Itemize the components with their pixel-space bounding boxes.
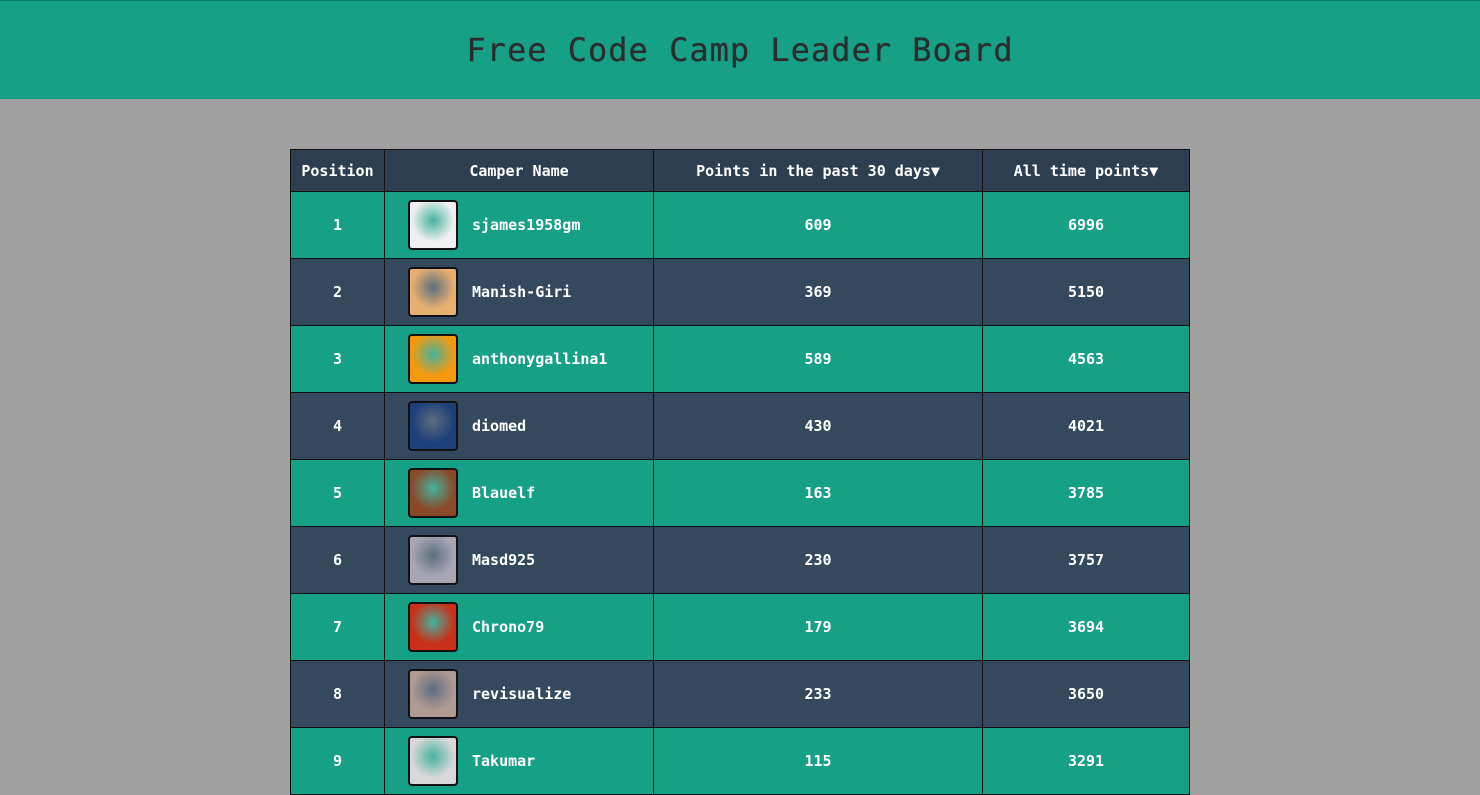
sort-recent-points-header[interactable]: Points in the past 30 days▼: [653, 149, 983, 192]
alltime-points-cell: 4021: [982, 392, 1190, 460]
position-cell: 9: [290, 727, 385, 795]
alltime-points-cell: 3785: [982, 459, 1190, 527]
alltime-points-cell: 3650: [982, 660, 1190, 728]
recent-points-cell: 163: [653, 459, 983, 527]
camper-cell: diomed: [384, 392, 654, 460]
camper-info: Chrono79: [408, 602, 653, 652]
table-row: 8 revisualize 233 3650: [290, 660, 1190, 728]
position-cell: 6: [290, 526, 385, 594]
camper-cell: Blauelf: [384, 459, 654, 527]
table-row: 6 Masd925 230 3757: [290, 526, 1190, 594]
table-row: 1 sjames1958gm 609 6996: [290, 191, 1190, 259]
alltime-points-cell: 4563: [982, 325, 1190, 393]
camper-name-link[interactable]: Blauelf: [472, 484, 535, 502]
camper-cell: Chrono79: [384, 593, 654, 661]
position-cell: 2: [290, 258, 385, 326]
avatar: [408, 200, 458, 250]
position-cell: 3: [290, 325, 385, 393]
camper-cell: revisualize: [384, 660, 654, 728]
camper-info: sjames1958gm: [408, 200, 653, 250]
avatar: [408, 267, 458, 317]
avatar: [408, 669, 458, 719]
recent-points-cell: 179: [653, 593, 983, 661]
camper-cell: Manish-Giri: [384, 258, 654, 326]
camper-info: Takumar: [408, 736, 653, 786]
camper-cell: Takumar: [384, 727, 654, 795]
avatar: [408, 401, 458, 451]
sort-alltime-points-header[interactable]: All time points▼: [982, 149, 1190, 192]
camper-name-link[interactable]: revisualize: [472, 685, 571, 703]
avatar: [408, 468, 458, 518]
app-header: Free Code Camp Leader Board: [0, 0, 1480, 99]
table-row: 4 diomed 430 4021: [290, 392, 1190, 460]
position-cell: 4: [290, 392, 385, 460]
camper-name-link[interactable]: diomed: [472, 417, 526, 435]
table-row: 7 Chrono79 179 3694: [290, 593, 1190, 661]
avatar: [408, 602, 458, 652]
avatar: [408, 736, 458, 786]
camper-info: Blauelf: [408, 468, 653, 518]
recent-points-cell: 369: [653, 258, 983, 326]
camper-name-link[interactable]: Manish-Giri: [472, 283, 571, 301]
camper-cell: anthonygallina1: [384, 325, 654, 393]
column-camper-name: Camper Name: [384, 149, 654, 192]
camper-name-link[interactable]: anthonygallina1: [472, 350, 607, 368]
camper-name-link[interactable]: Masd925: [472, 551, 535, 569]
page-title: Free Code Camp Leader Board: [466, 31, 1014, 69]
position-cell: 8: [290, 660, 385, 728]
alltime-points-cell: 3757: [982, 526, 1190, 594]
alltime-points-cell: 3694: [982, 593, 1190, 661]
recent-points-cell: 430: [653, 392, 983, 460]
table-row: 9 Takumar 115 3291: [290, 727, 1190, 795]
camper-name-link[interactable]: Chrono79: [472, 618, 544, 636]
column-position: Position: [290, 149, 385, 192]
recent-points-cell: 230: [653, 526, 983, 594]
camper-info: diomed: [408, 401, 653, 451]
camper-cell: Masd925: [384, 526, 654, 594]
recent-points-cell: 115: [653, 727, 983, 795]
alltime-points-cell: 3291: [982, 727, 1190, 795]
avatar: [408, 334, 458, 384]
camper-info: revisualize: [408, 669, 653, 719]
camper-info: Masd925: [408, 535, 653, 585]
table-row: 3 anthonygallina1 589 4563: [290, 325, 1190, 393]
camper-name-link[interactable]: sjames1958gm: [472, 216, 580, 234]
recent-points-cell: 233: [653, 660, 983, 728]
position-cell: 1: [290, 191, 385, 259]
camper-info: Manish-Giri: [408, 267, 653, 317]
table-header-row: Position Camper Name Points in the past …: [290, 149, 1190, 192]
alltime-points-cell: 5150: [982, 258, 1190, 326]
camper-info: anthonygallina1: [408, 334, 653, 384]
table-row: 5 Blauelf 163 3785: [290, 459, 1190, 527]
camper-name-link[interactable]: Takumar: [472, 752, 535, 770]
table-row: 2 Manish-Giri 369 5150: [290, 258, 1190, 326]
position-cell: 5: [290, 459, 385, 527]
camper-cell: sjames1958gm: [384, 191, 654, 259]
alltime-points-cell: 6996: [982, 191, 1190, 259]
position-cell: 7: [290, 593, 385, 661]
leaderboard-table: Position Camper Name Points in the past …: [290, 149, 1190, 795]
recent-points-cell: 589: [653, 325, 983, 393]
recent-points-cell: 609: [653, 191, 983, 259]
avatar: [408, 535, 458, 585]
